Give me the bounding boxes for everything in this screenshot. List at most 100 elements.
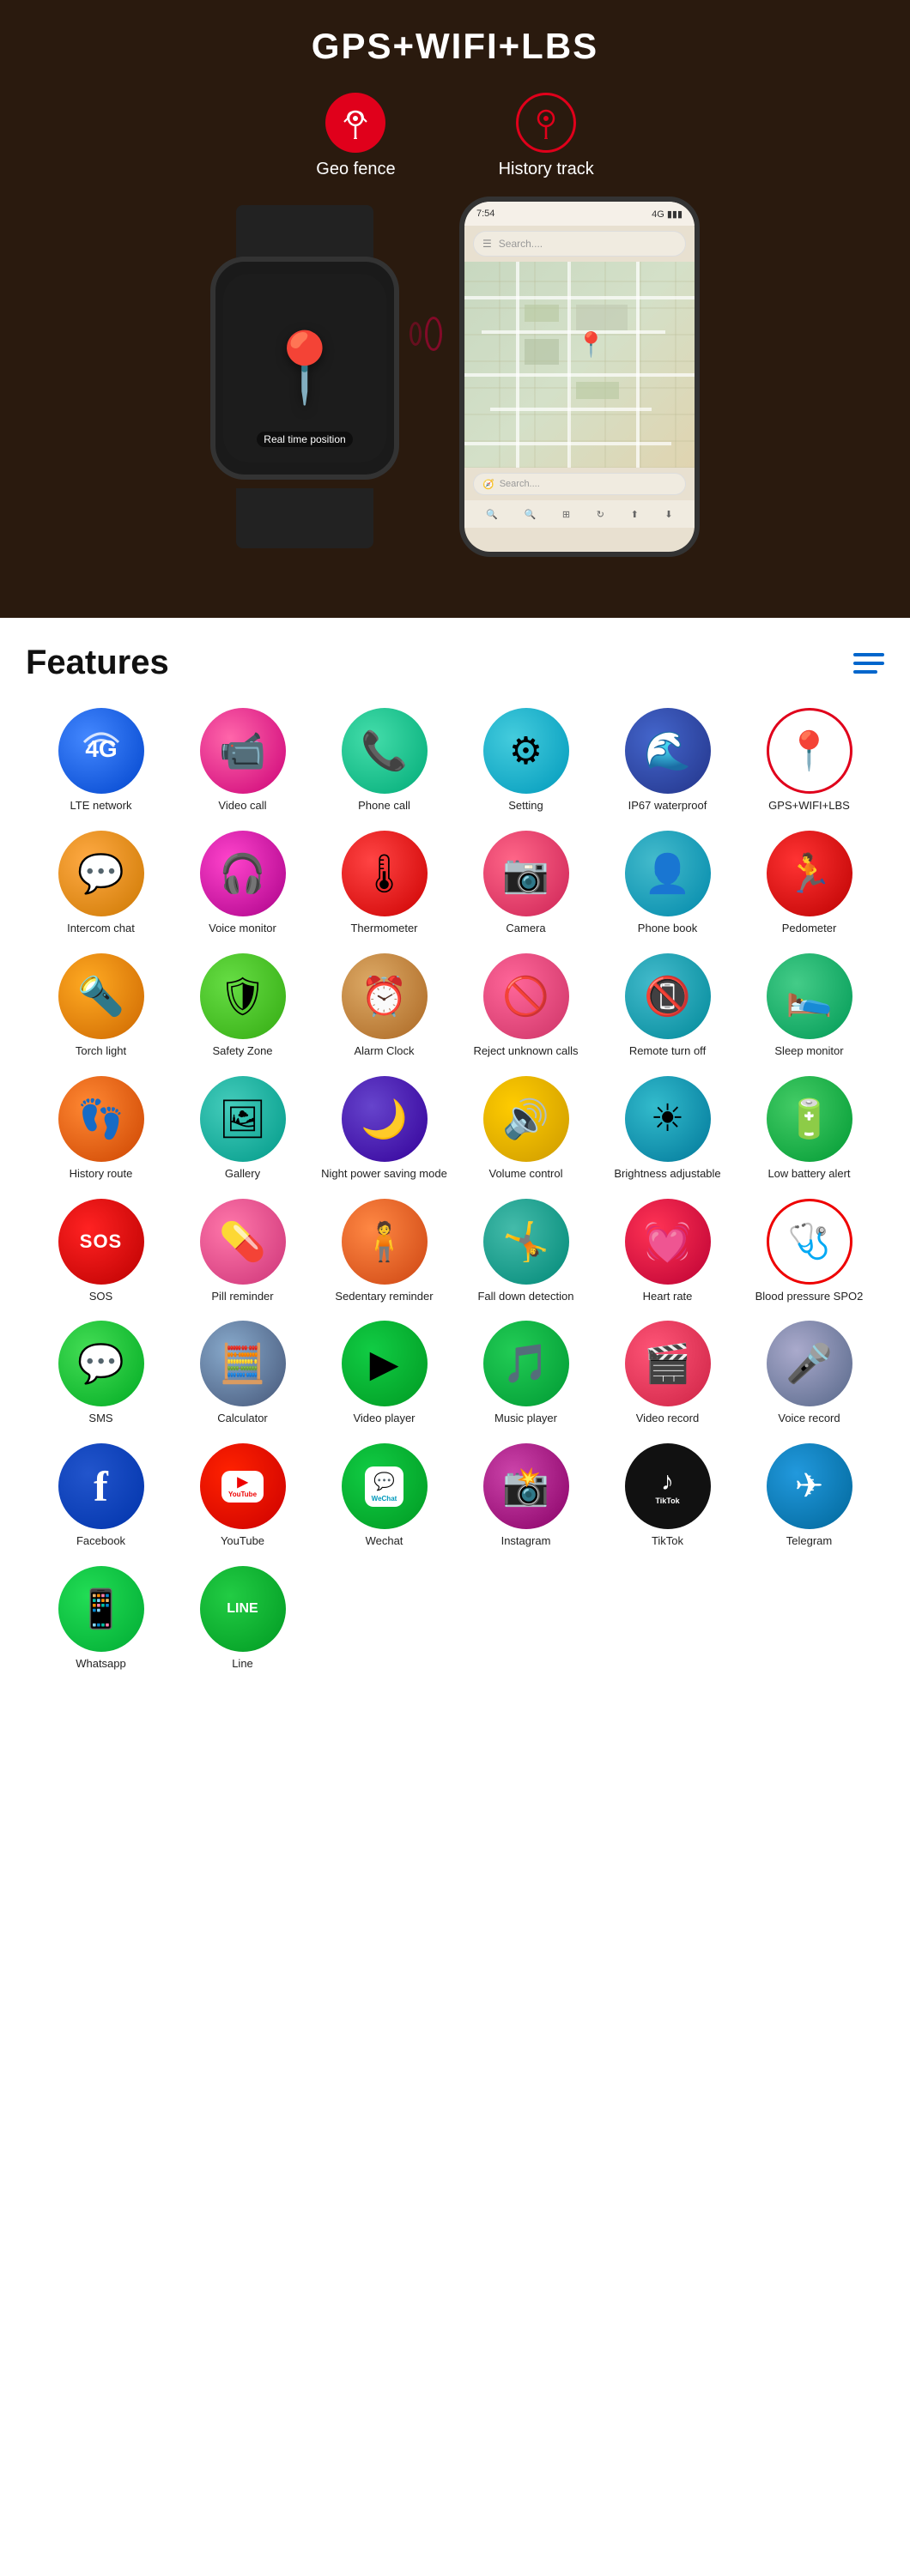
road-v2 xyxy=(567,262,571,468)
sleep-monitor-emoji: 🛌 xyxy=(786,974,833,1019)
ping-rings xyxy=(410,317,442,351)
feature-icon-waterproof: 🌊 xyxy=(625,708,711,794)
map-block3 xyxy=(525,339,559,365)
feature-icon-music-player: 🎵 xyxy=(483,1321,569,1406)
feature-item-brightness: ☀Brightness adjustable xyxy=(601,1076,734,1182)
watch-illustration: 📍 Real time position xyxy=(176,205,434,548)
feature-grid: 4G LTE network📹Video call📞Phone call⚙Set… xyxy=(26,708,884,1672)
feature-icon-reject-calls: 🚫 xyxy=(483,953,569,1039)
feature-label-telegram: Telegram xyxy=(786,1534,832,1549)
map-area: 📍 xyxy=(464,262,695,468)
history-track-label: History track xyxy=(499,160,594,179)
feature-label-safety-zone: Safety Zone xyxy=(212,1044,272,1059)
phone-screen: 7:54 4G ▮▮▮ ☰ Search.... xyxy=(464,202,695,552)
video-player-emoji: ▶ xyxy=(370,1342,399,1386)
history-track-item: History track xyxy=(499,93,594,179)
feature-item-torch: 🔦Torch light xyxy=(34,953,167,1059)
feature-label-waterproof: IP67 waterproof xyxy=(628,799,707,813)
rotate-icon: ↻ xyxy=(597,509,604,520)
feature-item-calculator: 🧮 Calculator xyxy=(176,1321,309,1426)
map-block1 xyxy=(525,305,559,322)
feature-icon-phone-call: 📞 xyxy=(342,708,428,794)
road-h3 xyxy=(464,373,695,377)
feature-icon-intercom-chat: 💬 xyxy=(58,831,144,916)
feature-item-camera: 📷Camera xyxy=(459,831,592,936)
feature-item-pill: 💊Pill reminder xyxy=(176,1199,309,1304)
waterproof-emoji: 🌊 xyxy=(644,729,691,773)
hero-content: 📍 Real time position 7:54 4G ▮▮▮ xyxy=(17,197,893,557)
search-placeholder: Search.... xyxy=(499,238,543,250)
feature-icon-brightness: ☀ xyxy=(625,1076,711,1162)
history-track-icon xyxy=(516,93,576,153)
torch-emoji: 🔦 xyxy=(77,974,124,1019)
low-battery-emoji: 🔋 xyxy=(786,1097,833,1141)
feature-item-thermometer: 🌡Thermometer xyxy=(318,831,451,936)
feature-item-remote-turnoff: 📵Remote turn off xyxy=(601,953,734,1059)
feature-item-sleep-monitor: 🛌Sleep monitor xyxy=(743,953,876,1059)
features-section: Features 4G LTE network📹Video call📞Phone… xyxy=(0,618,910,1689)
feature-icon-fall-detection: 🤸 xyxy=(483,1199,569,1285)
feature-icon-gallery: 🖼 xyxy=(200,1076,286,1162)
feature-label-phone-call: Phone call xyxy=(358,799,410,813)
thermometer-emoji: 🌡 xyxy=(361,851,409,896)
watch-screen: 📍 Real time position xyxy=(223,274,386,463)
feature-item-history-route: 👣History route xyxy=(34,1076,167,1182)
feature-label-pill: Pill reminder xyxy=(211,1290,273,1304)
alarm-clock-emoji: ⏰ xyxy=(361,974,408,1019)
road-h1 xyxy=(464,296,695,299)
night-power-emoji: 🌙 xyxy=(361,1097,408,1141)
feature-icon-calculator: 🧮 xyxy=(200,1321,286,1406)
feature-item-line: LINELine xyxy=(176,1566,309,1672)
geo-fence-label: Geo fence xyxy=(316,160,395,179)
feature-item-gallery: 🖼 Gallery xyxy=(176,1076,309,1182)
feature-icon-sleep-monitor: 🛌 xyxy=(767,953,852,1039)
watch-pin-icon: 📍 xyxy=(262,328,348,408)
hamburger-line-2 xyxy=(853,662,884,665)
feature-item-video-player: ▶Video player xyxy=(318,1321,451,1426)
features-title: Features xyxy=(26,644,169,682)
zoom-out-icon: 🔍 xyxy=(486,509,498,520)
feature-icon-alarm-clock: ⏰ xyxy=(342,953,428,1039)
layers-icon: ⊞ xyxy=(562,509,570,520)
reject-calls-emoji: 🚫 xyxy=(502,974,549,1019)
feature-icon-instagram: 📸 xyxy=(483,1443,569,1529)
hero-section: GPS+WIFI+LBS Geo fence xyxy=(0,0,910,618)
phone-book-emoji: 👤 xyxy=(644,851,691,896)
geo-fence-item: Geo fence xyxy=(316,93,395,179)
feature-icon-setting: ⚙ xyxy=(483,708,569,794)
feature-item-reject-calls: 🚫Reject unknown calls xyxy=(459,953,592,1059)
feature-label-alarm-clock: Alarm Clock xyxy=(354,1044,414,1059)
hamburger-menu-icon[interactable] xyxy=(853,653,884,674)
remote-turnoff-emoji: 📵 xyxy=(644,974,691,1019)
feature-label-calculator: Calculator xyxy=(217,1412,268,1426)
feature-label-youtube: YouTube xyxy=(221,1534,264,1549)
map-block2 xyxy=(576,305,628,330)
phone-signal: 4G ▮▮▮ xyxy=(652,209,682,220)
feature-icon-telegram: ✈ xyxy=(767,1443,852,1529)
feature-item-heart-rate: 💓Heart rate xyxy=(601,1199,734,1304)
geo-row: Geo fence History track xyxy=(17,93,893,179)
feature-icon-gps: 📍 xyxy=(767,708,852,794)
feature-item-intercom-chat: 💬Intercom chat xyxy=(34,831,167,936)
feature-item-gps: 📍GPS+WIFI+LBS xyxy=(743,708,876,813)
feature-icon-lte: 4G xyxy=(58,708,144,794)
feature-label-voice-record: Voice record xyxy=(778,1412,840,1426)
feature-icon-voice-monitor: 🎧 xyxy=(200,831,286,916)
feature-item-setting: ⚙Setting xyxy=(459,708,592,813)
sos-text: SOS xyxy=(80,1231,122,1253)
tiktok-note: ♪ xyxy=(661,1467,674,1497)
feature-label-gallery: Gallery xyxy=(225,1167,260,1182)
feature-item-blood-pressure: 🩺Blood pressure SPO2 xyxy=(743,1199,876,1304)
watch-strap-bottom xyxy=(236,488,373,548)
brightness-emoji: ☀ xyxy=(651,1097,684,1140)
feature-icon-safety-zone: 🛡 xyxy=(200,953,286,1039)
features-header: Features xyxy=(26,644,884,682)
feature-item-safety-zone: 🛡 Safety Zone xyxy=(176,953,309,1059)
feature-icon-youtube: ▶ YouTube xyxy=(200,1443,286,1529)
feature-item-voice-record: 🎤Voice record xyxy=(743,1321,876,1426)
feature-item-low-battery: 🔋Low battery alert xyxy=(743,1076,876,1182)
feature-label-whatsapp: Whatsapp xyxy=(76,1657,126,1672)
feature-icon-night-power: 🌙 xyxy=(342,1076,428,1162)
fb-icon: f xyxy=(94,1461,108,1511)
feature-label-sedentary: Sedentary reminder xyxy=(335,1290,433,1304)
